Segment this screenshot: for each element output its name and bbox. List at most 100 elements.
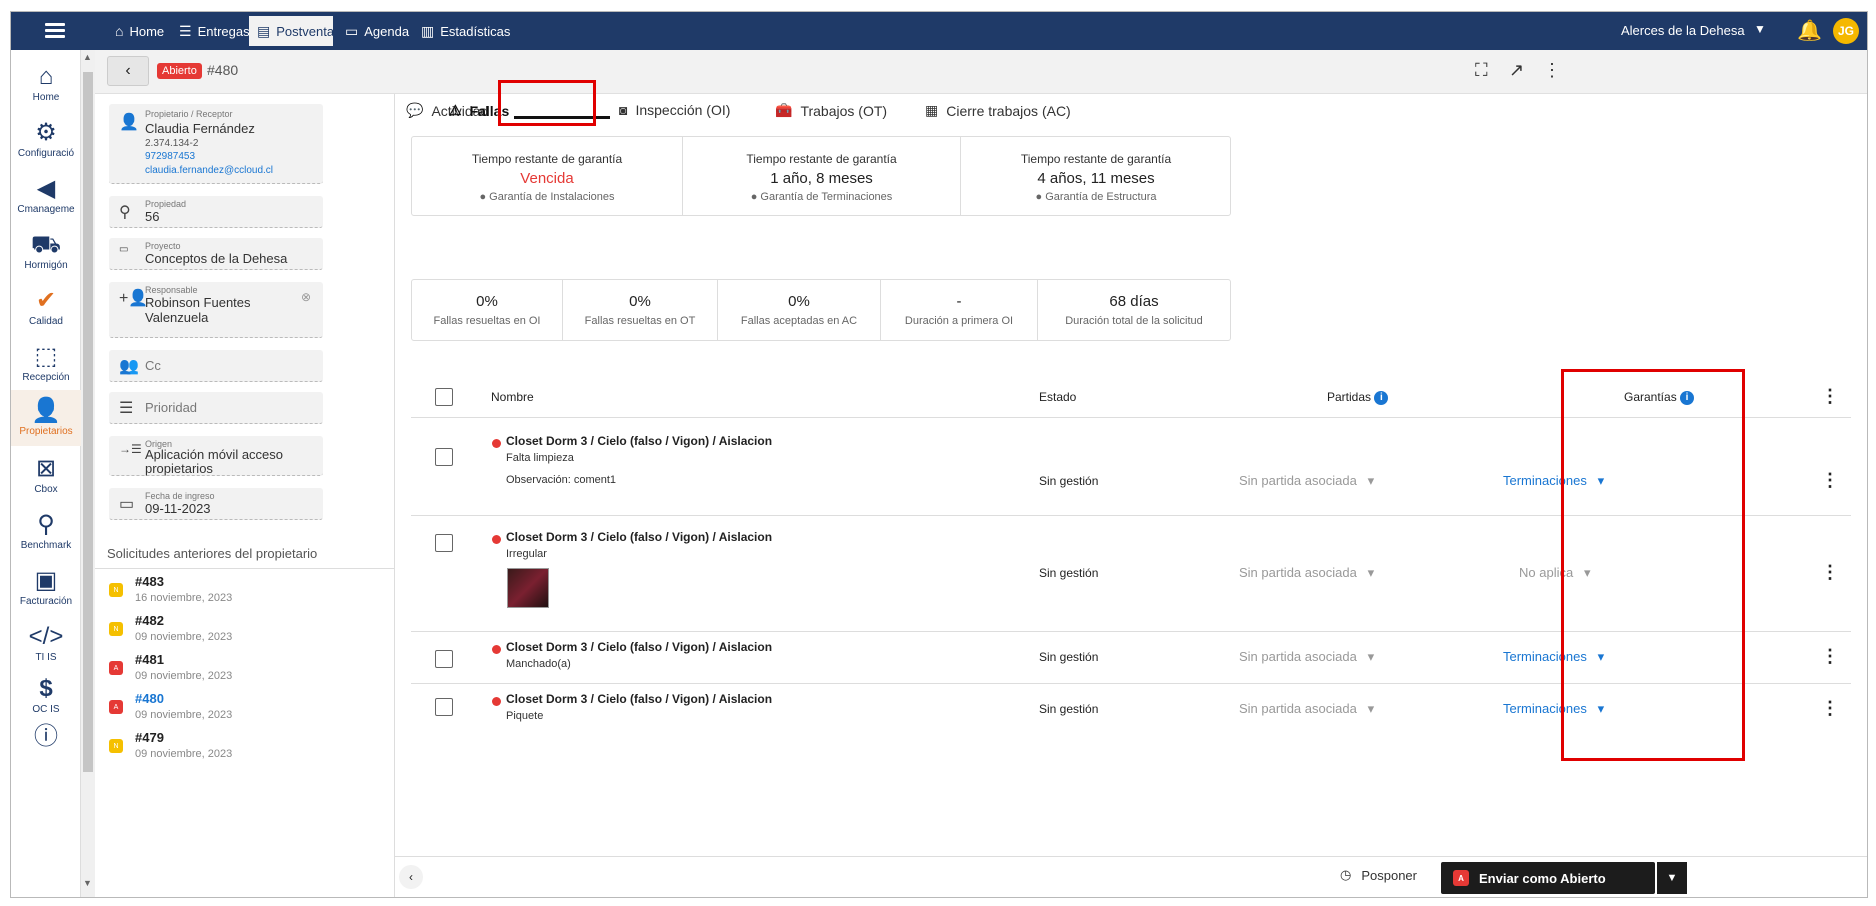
send-as-open-button[interactable]: A Enviar como Abierto (1441, 862, 1655, 894)
cc-field[interactable]: 👥 Cc (109, 350, 323, 382)
nav-tab-home[interactable]: ⌂ Home (107, 16, 172, 46)
tab-inspeccion[interactable]: ◙ Inspección (OI) (619, 102, 730, 118)
owner-phone[interactable]: 972987453 (145, 151, 195, 162)
avatar[interactable]: JG (1833, 18, 1859, 44)
entry-date-card: ▭ Fecha de ingreso 09-11-2023 (109, 488, 323, 520)
priority-icon: ☰ (119, 400, 134, 417)
row-menu-icon[interactable]: ⋮ (1821, 646, 1839, 667)
add-people-icon: 👥 (119, 358, 139, 375)
send-options-dropdown[interactable]: ▼ (1657, 862, 1687, 894)
postpone-button[interactable]: ◷ Posponer (1340, 867, 1417, 883)
tab-cierre-trabajos[interactable]: ▦ Cierre trabajos (AC) (925, 102, 1071, 119)
top-navbar: ⌂ Home ☰ Entregas ▤ Postventa ▭ Agenda ▥ Esta… (11, 12, 1867, 50)
calendar-icon: ▭ (119, 496, 135, 513)
invoice-icon: ▣ (34, 567, 58, 594)
open-external-icon[interactable]: ↗ (1509, 60, 1524, 81)
chevron-left-icon: ‹ (125, 62, 131, 79)
sidebar-item-cmanagement[interactable]: ◀ Cmanageme (11, 174, 81, 215)
partida-dropdown[interactable]: Sin partida asociada ▾ (1239, 649, 1374, 665)
help-icon: ⓘ (34, 723, 58, 750)
stat-first-oi: - Duración a primera OI (904, 293, 1014, 327)
sidebar-item-help[interactable]: ⓘ (11, 722, 81, 752)
nav-tab-entregas[interactable]: ☰ Entregas (171, 16, 258, 46)
stats-panel: 0% Fallas resueltas en OI 0% Fallas resuel… (411, 279, 1231, 341)
row-checkbox[interactable] (435, 698, 453, 716)
previous-request-item[interactable]: N #479 09 noviembre, 2023 (105, 730, 335, 768)
stat-ot: 0% Fallas resueltas en OT (584, 293, 696, 327)
expand-icon[interactable]: ⛶ (1475, 60, 1488, 81)
check-icon: ✔ (35, 287, 57, 314)
bell-icon[interactable]: 🔔 (1797, 18, 1822, 43)
home-icon: ⌂ (115, 23, 124, 39)
remove-responsible-icon[interactable]: ⊗ (301, 290, 311, 304)
cbox-icon: ⊠ (35, 455, 57, 482)
row-checkbox[interactable] (435, 448, 453, 466)
form-icon: ▤ (257, 22, 271, 39)
add-person-icon: +👤 (119, 290, 149, 307)
request-header: ‹ Abierto #480 ⛶ ↗ ⋮ (95, 50, 1867, 94)
caret-down-icon: ▾ (1360, 701, 1375, 716)
request-details-panel: 👤 Propietario / Receptor Claudia Fernánd… (95, 94, 395, 897)
row-checkbox[interactable] (435, 534, 453, 552)
stat-ac: 0% Fallas aceptadas en AC (740, 293, 858, 327)
sidebar-item-ti-is[interactable]: </> TI IS (11, 622, 81, 663)
sidebar-item-propietarios[interactable]: 👤 Propietarios (11, 390, 81, 446)
project-logo: ▭ (119, 244, 129, 255)
scroll-down-icon[interactable]: ▼ (83, 878, 92, 888)
row-menu-icon[interactable]: ⋮ (1821, 698, 1839, 719)
row-menu-icon[interactable]: ⋮ (1821, 470, 1839, 491)
left-sidebar: ⌂ Home ⚙ Configuració ◀ Cmanageme ⛟ Hormigón… (11, 50, 81, 897)
tab-trabajos[interactable]: 🧰 Trabajos (OT) (775, 102, 887, 119)
row-menu-icon[interactable]: ⋮ (1821, 562, 1839, 583)
failure-photo[interactable] (507, 568, 549, 608)
partida-dropdown[interactable]: Sin partida asociada ▾ (1239, 565, 1374, 581)
project-card: ▭ Proyecto Conceptos de la Dehesa (109, 238, 323, 270)
chevron-left-icon: ‹ (409, 870, 413, 884)
nav-tab-postventa[interactable]: ▤ Postventa (249, 16, 334, 46)
toolbox-icon: 🧰 (775, 102, 793, 118)
collapse-panel-button[interactable]: ‹ (399, 865, 423, 889)
nav-tab-agenda[interactable]: ▭ Agenda (337, 16, 417, 46)
select-all-checkbox[interactable] (435, 388, 453, 406)
benchmark-icon: ⚲ (37, 511, 55, 538)
back-button[interactable]: ‹ (107, 56, 149, 86)
gear-icon: ⚙ (35, 119, 57, 146)
partida-dropdown[interactable]: Sin partida asociada ▾ (1239, 473, 1374, 489)
sidebar-scroll-thumb[interactable] (83, 72, 93, 772)
responsible-card[interactable]: +👤 Responsable Robinson Fuentes Valenzue… (109, 282, 323, 338)
stat-total-duration: 68 días Duración total de la solicitud (1065, 293, 1203, 327)
sidebar-item-recepcion[interactable]: ⬚ Recepción (11, 342, 81, 383)
sidebar-item-benchmark[interactable]: ⚲ Benchmark (11, 510, 81, 551)
sidebar-item-oc-is[interactable]: $ OC IS (11, 674, 81, 715)
dollar-icon: $ (39, 675, 53, 702)
scroll-up-icon[interactable]: ▲ (83, 52, 92, 62)
priority-field[interactable]: ☰ Prioridad (109, 392, 323, 424)
sidebar-item-configuracion[interactable]: ⚙ Configuració (11, 118, 81, 159)
owner-email[interactable]: claudia.fernandez@ccloud.cl (145, 165, 273, 176)
footer-bar: ‹ ◷ Posponer A Enviar como Abierto ▼ (395, 856, 1867, 897)
nav-tab-estadisticas[interactable]: ▥ Estadísticas (413, 16, 518, 46)
sidebar-item-home[interactable]: ⌂ Home (11, 62, 81, 103)
partida-dropdown[interactable]: Sin partida asociada ▾ (1239, 701, 1374, 717)
hamburger-menu-icon[interactable] (45, 21, 65, 41)
more-vertical-icon[interactable]: ⋮ (1543, 60, 1561, 81)
previous-request-item-current[interactable]: A #480 09 noviembre, 2023 (105, 691, 335, 729)
company-selector[interactable]: Alerces de la Dehesa (1621, 23, 1745, 38)
info-icon[interactable]: i (1374, 390, 1389, 405)
person-icon: 👤 (119, 114, 139, 131)
more-vertical-icon[interactable]: ⋮ (1821, 386, 1839, 407)
info-icon: ● (750, 191, 758, 203)
previous-request-item[interactable]: A #481 09 noviembre, 2023 (105, 652, 335, 690)
sidebar-item-cbox[interactable]: ⊠ Cbox (11, 454, 81, 495)
caret-down-icon: ▾ (1360, 565, 1375, 580)
chevron-down-icon[interactable]: ▼ (1754, 22, 1766, 36)
inspection-icon: ◙ (619, 102, 628, 118)
owner-card: 👤 Propietario / Receptor Claudia Fernánd… (109, 104, 323, 184)
sidebar-item-hormigon[interactable]: ⛟ Hormigón (11, 230, 81, 271)
row-checkbox[interactable] (435, 650, 453, 668)
sidebar-item-calidad[interactable]: ✔ Calidad (11, 286, 81, 327)
previous-request-item[interactable]: N #483 16 noviembre, 2023 (105, 574, 335, 612)
previous-request-item[interactable]: N #482 09 noviembre, 2023 (105, 613, 335, 651)
owner-icon: 👤 (31, 397, 61, 424)
sidebar-item-facturacion[interactable]: ▣ Facturación (11, 566, 81, 607)
